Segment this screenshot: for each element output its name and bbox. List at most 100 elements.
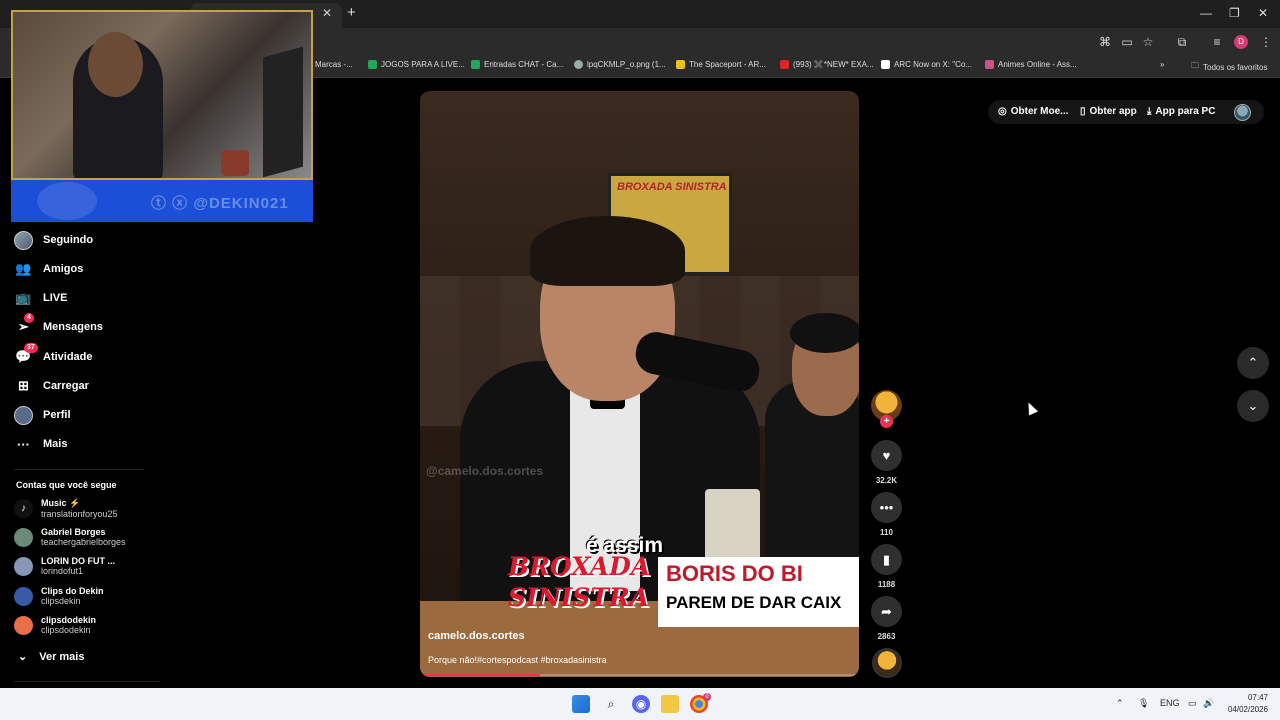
music-disc-icon[interactable] [872,648,902,678]
user-avatar[interactable] [1234,104,1251,121]
sidebar-item-carregar[interactable]: ⊞ Carregar [14,375,89,397]
language-indicator[interactable]: ENG [1160,698,1180,708]
browser-profile-avatar[interactable]: D [1234,35,1248,49]
sidebar-item-mensagens[interactable]: ➢ 4 Mensagens [14,312,103,338]
bookmark-label: (993) ✖️*NEW* EXA... [793,60,874,69]
microphone-icon[interactable]: 🎙 [1138,698,1149,709]
spaceport-icon [676,60,685,69]
share-button[interactable]: ➦ [871,596,902,627]
sidebar-item-atividade[interactable]: 💬 37 Atividade [14,342,93,368]
network-icon[interactable]: ▭ [1188,698,1197,709]
chevron-up-tray-icon[interactable]: ⌃ [1116,698,1124,709]
bookmark-item[interactable]: The Spaceport - AR... [676,60,766,69]
all-bookmarks-label: Todos os favoritos [1203,62,1268,72]
bookmark-item[interactable]: Entradas CHAT - Ca... [471,60,563,69]
bookmark-item[interactable]: ARC Now on X: "Co... [881,60,972,69]
bookmark-item[interactable]: (993) ✖️*NEW* EXA... [780,60,874,69]
video-description[interactable]: Porque não!#cortespodcast #broxadasinist… [428,655,607,665]
sidebar-item-label: Perfil [43,409,71,421]
logo-line-2: SINISTRA [508,583,650,612]
sidebar-item-perfil[interactable]: Perfil [14,404,71,426]
sidebar-item-live[interactable]: 📺 LIVE [14,287,67,309]
extensions-icon[interactable]: ⧉ [1174,34,1190,50]
activity-icon: 💬 37 [14,342,38,367]
following-handle: translationforyou25 [41,509,118,519]
new-tab-button[interactable]: + [347,4,356,21]
restore-icon[interactable]: ❐ [1229,6,1240,20]
following-handle: clipsdekin [41,596,81,606]
monitor-shape [263,46,303,178]
previous-video-button[interactable]: ⌃ [1237,347,1269,379]
following-handle: clipsdodekin [41,625,91,635]
sidebar-item-amigos[interactable]: 👥 Amigos [14,258,83,280]
share-count: 2863 [877,632,896,641]
lower-third: BORIS DO BI PAREM DE DAR CAIX [658,557,859,627]
following-item[interactable]: Clips do Dekin clipsdekin [14,586,104,606]
following-avatar [14,527,33,547]
file-explorer-icon[interactable] [661,695,679,713]
following-item[interactable]: LORIN DO FUT ... lorindofut1 [14,556,115,576]
sidebar-item-label: Carregar [43,380,89,392]
all-bookmarks-button[interactable]: 🗀 Todos os favoritos [1191,60,1267,74]
comment-icon: ••• [879,500,894,515]
friends-icon: 👥 [15,261,32,276]
following-item[interactable]: Gabriel Borges teachergabrielborges [14,527,126,547]
bookmarks-overflow-icon[interactable]: » [1160,60,1164,69]
bookmark-label: JOGOS PARA A LIVE... [381,60,465,69]
following-section-title: Contas que você segue [16,480,117,490]
clock-date: 04/02/2026 [1227,705,1268,714]
get-app-button[interactable]: ▯ Obter app [1080,106,1137,117]
pc-app-button[interactable]: ⤓ App para PC [1147,106,1215,117]
video-author[interactable]: camelo.dos.cortes [428,630,525,642]
following-item[interactable]: ♪ Music ⚡ translationforyou25 [14,498,118,519]
minimize-icon[interactable]: — [1200,6,1212,20]
bookmark-item[interactable]: Animes Online - Ass... [985,60,1077,69]
bookmark-star-icon[interactable]: ☆ [1140,34,1156,50]
cast-icon[interactable]: ▭ [1119,34,1135,50]
search-icon[interactable]: ⌕ [602,695,620,713]
sidebar-item-label: Atividade [43,351,93,363]
sidebar-item-label: LIVE [43,292,68,304]
comment-button[interactable]: ••• [871,492,902,523]
like-button[interactable]: ♥ [871,440,902,471]
translate-icon[interactable]: ⌘ [1097,34,1113,50]
windows-start-icon[interactable] [572,695,590,713]
taskbar-clock[interactable]: 07:47 04/02/2026 [1222,692,1268,716]
mouse-cursor-icon [1023,400,1039,416]
sidebar-item-mais[interactable]: ··· Mais [14,433,67,455]
see-more-button[interactable]: ⌄ Ver mais [18,650,84,664]
video-progress-fill [424,674,541,676]
menu-kebab-icon[interactable]: ⋮ [1258,34,1274,50]
video-watermark: @camelo.dos.cortes [426,464,544,478]
music-note-icon: ♪ [14,499,33,518]
sidebar-item-label: Mais [43,438,68,450]
chrome-notification-badge: 0 [703,693,711,701]
video-player[interactable]: BROXADA SINISTRA @camelo.dos.cortes BORI… [420,91,859,677]
profile-icon [14,405,33,425]
close-tab-icon[interactable]: ✕ [322,6,332,20]
discord-icon[interactable]: ◉ [632,695,650,713]
get-coins-button[interactable]: ◎ Obter Moe... [998,106,1069,117]
video-progress-bar[interactable] [424,674,855,676]
bookmark-item[interactable]: JOGOS PARA A LIVE... [368,60,465,69]
sidebar-item-seguindo[interactable]: Seguindo [14,229,93,251]
following-avatar [14,556,33,576]
volume-icon[interactable]: 🔊 [1203,698,1214,709]
sheets-icon [368,60,377,69]
sidebar-item-label: Amigos [43,263,84,275]
webcam-banner: ⓣ ⓧ @DEKIN021 [11,180,313,222]
reading-list-icon[interactable]: ≡ [1209,34,1225,50]
chevron-up-icon: ⌃ [1247,355,1259,370]
sidebar-divider [14,681,160,682]
following-item[interactable]: clipsdodekin clipsdodekin [14,615,96,635]
close-window-icon[interactable]: ✕ [1258,6,1268,20]
save-button[interactable]: ▮ [871,544,902,575]
get-app-label: Obter app [1089,106,1137,117]
next-video-button[interactable]: ⌄ [1237,390,1269,422]
bookmark-item[interactable]: Marcas -... [315,60,353,69]
follow-plus-icon[interactable]: + [880,415,893,428]
show-logo: BROXADA SINISTRA [508,551,660,629]
bookmark-label: The Spaceport - AR... [689,60,766,69]
guest-hair [790,313,859,353]
bookmark-item[interactable]: lpqCKMLP_o.png (1... [574,60,666,69]
